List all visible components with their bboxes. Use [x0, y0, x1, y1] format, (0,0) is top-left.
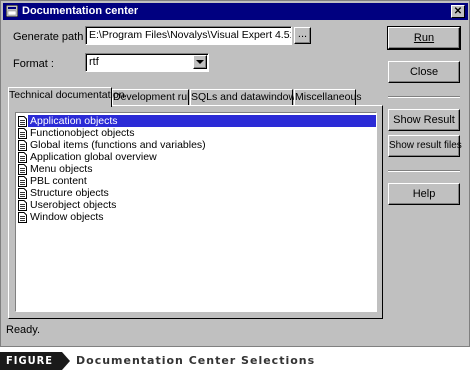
- generate-path-label: Generate path :: [13, 31, 90, 43]
- list-item-label: Application objects: [28, 115, 376, 127]
- chevron-down-icon: [196, 60, 204, 64]
- list-item[interactable]: Userobject objects: [18, 199, 374, 211]
- list-item-label: Window objects: [30, 211, 104, 223]
- tab-technical-documentation[interactable]: Technical documentation: [8, 87, 125, 107]
- list-item[interactable]: Application objects: [18, 115, 376, 127]
- list-item[interactable]: Structure objects: [18, 187, 374, 199]
- generate-path-input[interactable]: E:\Program Files\Novalys\Visual Expert 4…: [85, 26, 292, 45]
- figure-badge-arrow: [62, 352, 70, 370]
- run-button[interactable]: Run: [387, 26, 461, 50]
- format-dropdown-button[interactable]: [193, 55, 207, 69]
- close-icon: ✕: [453, 6, 463, 17]
- separator: [388, 170, 460, 172]
- list-item[interactable]: Application global overview: [18, 151, 374, 163]
- title-bar[interactable]: Documentation center ✕: [3, 3, 468, 20]
- document-icon: [18, 164, 27, 175]
- document-icon: [18, 152, 27, 163]
- browse-button[interactable]: ...: [294, 27, 311, 44]
- list-item[interactable]: PBL content: [18, 175, 374, 187]
- app-icon: [6, 5, 18, 17]
- document-icon: [18, 140, 27, 151]
- document-icon: [18, 116, 27, 127]
- format-value: rtf: [89, 56, 99, 68]
- list-item-label: Functionobject objects: [30, 127, 135, 139]
- status-text: Ready.: [6, 324, 41, 336]
- document-icon: [18, 128, 27, 139]
- list-item-label: Menu objects: [30, 163, 93, 175]
- list-item[interactable]: Menu objects: [18, 163, 374, 175]
- help-button[interactable]: Help: [388, 183, 460, 205]
- format-select[interactable]: rtf: [85, 53, 209, 72]
- close-window-button[interactable]: ✕: [451, 5, 465, 18]
- close-button[interactable]: Close: [388, 61, 460, 83]
- document-icon: [18, 188, 27, 199]
- document-icon: [18, 212, 27, 223]
- tab-miscellaneous[interactable]: Miscellaneous: [294, 89, 362, 106]
- list-item[interactable]: Global items (functions and variables): [18, 139, 374, 151]
- list-item[interactable]: Window objects: [18, 211, 374, 223]
- list-item[interactable]: Functionobject objects: [18, 127, 374, 139]
- list-item-label: Application global overview: [30, 151, 157, 163]
- tab-sqls-and-datawindows[interactable]: SQLs and datawindows: [190, 89, 301, 106]
- show-result-button[interactable]: Show Result: [388, 109, 460, 131]
- window-title: Documentation center: [22, 5, 139, 17]
- documentation-list[interactable]: Application objects Functionobject object…: [15, 112, 377, 312]
- figure-badge: FIGURE 5: [0, 352, 62, 385]
- show-result-files-button[interactable]: Show result files: [388, 135, 462, 157]
- list-item-label: Userobject objects: [30, 199, 117, 211]
- format-label: Format :: [13, 58, 54, 70]
- figure-caption: Documentation Center Selections: [76, 354, 316, 367]
- list-item-label: Structure objects: [30, 187, 109, 199]
- list-item-label: PBL content: [30, 175, 87, 187]
- documentation-center-dialog: Documentation center ✕ Generate path : E…: [0, 0, 470, 347]
- list-item-label: Global items (functions and variables): [30, 139, 206, 151]
- tab-panel: Application objects Functionobject object…: [8, 105, 383, 319]
- document-icon: [18, 176, 27, 187]
- document-icon: [18, 200, 27, 211]
- close-button-label: Close: [409, 66, 439, 78]
- separator: [388, 96, 460, 98]
